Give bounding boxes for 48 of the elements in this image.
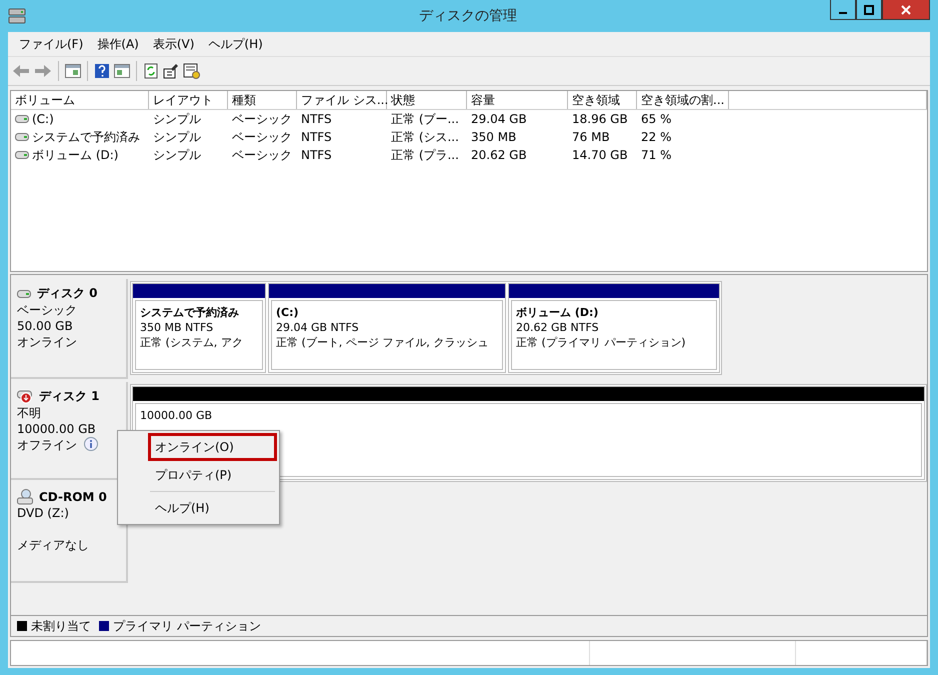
legend-label: 未割り当て	[31, 618, 91, 634]
disk-name: CD-ROM 0	[39, 490, 107, 504]
legend-label: プライマリ パーティション	[113, 618, 261, 634]
disk-detail: オフライン	[17, 437, 77, 453]
disk-detail: オンライン	[17, 334, 77, 350]
disk-detail: 不明	[17, 405, 41, 421]
table-cell-text: NTFS	[300, 112, 333, 126]
table-cell-text: シンプル	[152, 110, 202, 128]
table-cell: (C:)	[32, 112, 54, 126]
table-cell-text: シンプル	[152, 146, 202, 164]
table-cell-text: 22 %	[640, 130, 672, 144]
window-title: ディスクの管理	[418, 7, 518, 25]
table-cell-text: 正常 (ブー...	[390, 110, 460, 128]
disk-detail: メディアなし	[17, 537, 90, 553]
table-cell-text: NTFS	[300, 148, 333, 162]
table-cell-text: 18.96 GB	[571, 112, 629, 126]
disk-detail: DVD (Z:)	[17, 505, 69, 521]
table-cell-text: 29.04 GB	[470, 112, 528, 126]
table-cell-text: 65 %	[640, 112, 672, 126]
partition-name: (C:)	[276, 305, 300, 320]
partition-size: 29.04 GB NTFS	[276, 320, 360, 335]
table-cell-text: 71 %	[640, 148, 672, 162]
disk-detail: ベーシック	[17, 302, 77, 318]
table-cell-text: ベーシック	[231, 128, 293, 146]
table-cell-text: 350 MB	[470, 130, 518, 144]
table-cell-text: 正常 (プラ...	[390, 146, 460, 164]
table-cell: ボリューム (D:)	[32, 146, 118, 164]
table-cell-text: 正常 (シス...	[390, 128, 460, 146]
table-cell-text: シンプル	[152, 128, 202, 146]
partition-name: ボリューム (D:)	[516, 305, 600, 320]
partition-name: システムで予約済み	[140, 305, 240, 320]
partition-size: 10000.00 GB	[140, 408, 214, 423]
table-cell-text: ベーシック	[231, 110, 293, 128]
partition-status: 正常 (プライマリ パーティション)	[516, 335, 687, 350]
disk-name: ディスク 1	[39, 388, 100, 405]
partition-status: 正常 (ブート, ページ ファイル, クラッシュ	[276, 335, 490, 350]
partition-size: 350 MB NTFS	[140, 320, 214, 335]
table-cell-text: 76 MB	[571, 130, 611, 144]
table-cell-text: 20.62 GB	[470, 148, 528, 162]
partition-status: 正常 (システム, アク	[140, 335, 244, 350]
table-cell-text: ベーシック	[231, 146, 293, 164]
table-cell: システムで予約済み	[32, 128, 140, 146]
table-cell-text: 14.70 GB	[571, 148, 629, 162]
disk-detail: 50.00 GB	[17, 318, 73, 334]
table-cell-text: NTFS	[300, 130, 333, 144]
partition-size: 20.62 GB NTFS	[516, 320, 600, 335]
disk-detail: 10000.00 GB	[17, 421, 96, 437]
disk-name: ディスク 0	[37, 285, 98, 302]
